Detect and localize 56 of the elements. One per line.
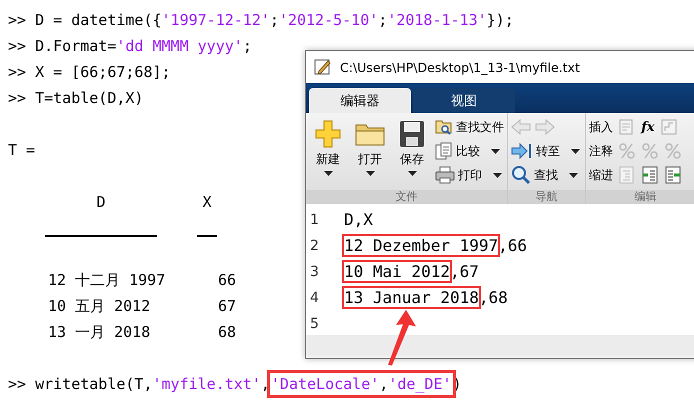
line-number: 4 (309, 289, 320, 308)
line-number: 2 (309, 237, 320, 256)
table-cell-text: 13 一月 2018 (48, 322, 152, 343)
plus-icon (315, 120, 341, 148)
find-files-icon (435, 119, 453, 135)
ribbon-button[interactable]: 转至 (511, 141, 580, 161)
pointer-arrow (388, 310, 416, 366)
ribbon-button[interactable]: 查找文件 (435, 117, 504, 137)
printer-icon (435, 166, 455, 184)
percent-icon[interactable] (618, 142, 636, 160)
ribbon-button[interactable]: 新建 (309, 117, 347, 190)
column-header: D (95, 192, 107, 213)
command-line: >> D.Format='dd MMMM yyyy'; (8, 36, 252, 57)
line-number: 1 (309, 211, 320, 230)
document-icon (435, 142, 453, 160)
output-label: T = (8, 141, 36, 159)
function-button[interactable]: fx (641, 120, 655, 134)
ribbon-label: 插入 (589, 118, 614, 136)
line-number: 5 (309, 315, 320, 334)
group-label: 编辑 (586, 190, 694, 204)
indent-icon[interactable] (641, 166, 660, 184)
ribbon-tab[interactable]: 编辑器 (309, 88, 411, 113)
forward-arrow-icon[interactable] (535, 119, 555, 135)
ribbon-button[interactable]: 保存 (393, 117, 431, 190)
ribbon-label: 缩进 (589, 166, 614, 184)
command-line: >> X = [66;67;68]; (8, 62, 171, 83)
go-to-icon (511, 142, 533, 160)
column-header: X (201, 192, 213, 213)
group-label: 文件 (306, 190, 507, 204)
ribbon-tab[interactable]: 视图 (413, 88, 515, 113)
text-line: 13 Januar 2018,68 (344, 287, 508, 309)
pencil-icon (314, 58, 332, 76)
table-cell-text: 12 十二月 1997 (48, 270, 166, 291)
table-cell-text: 67 (218, 296, 238, 317)
search-icon (511, 165, 531, 185)
table-cell-text: 68 (218, 322, 238, 343)
document-icon[interactable] (660, 118, 678, 136)
text-line: D,X (344, 209, 373, 231)
line-number: 3 (309, 263, 320, 282)
percent-icon[interactable] (664, 142, 682, 160)
ribbon-label: 注释 (589, 142, 614, 160)
ribbon-button[interactable]: 查找 (511, 165, 580, 185)
ribbon-button[interactable]: 打印 (435, 165, 504, 185)
table-cell-text: 66 (218, 270, 238, 291)
ribbon-button[interactable]: 打开 (351, 117, 389, 190)
save-icon (399, 120, 425, 148)
command-line: >> T=table(D,X) (8, 88, 144, 109)
window-title: C:\Users\HP\Desktop\1_13-1\myfile.txt (340, 60, 580, 74)
percent-icon[interactable] (641, 142, 660, 160)
indent-icon[interactable] (664, 166, 682, 184)
text-line: 10 Mai 2012,67 (344, 261, 479, 283)
text-line: 12 Dezember 1997,66 (344, 235, 528, 257)
ribbon-button[interactable]: 比较 (435, 141, 504, 161)
group-label: 导航 (508, 190, 586, 204)
table-cell-text: 10 五月 2012 (48, 296, 152, 317)
command-line: >> D = datetime({'1997-12-12';'2012-5-10';'2018-1-13'}); (8, 10, 514, 31)
